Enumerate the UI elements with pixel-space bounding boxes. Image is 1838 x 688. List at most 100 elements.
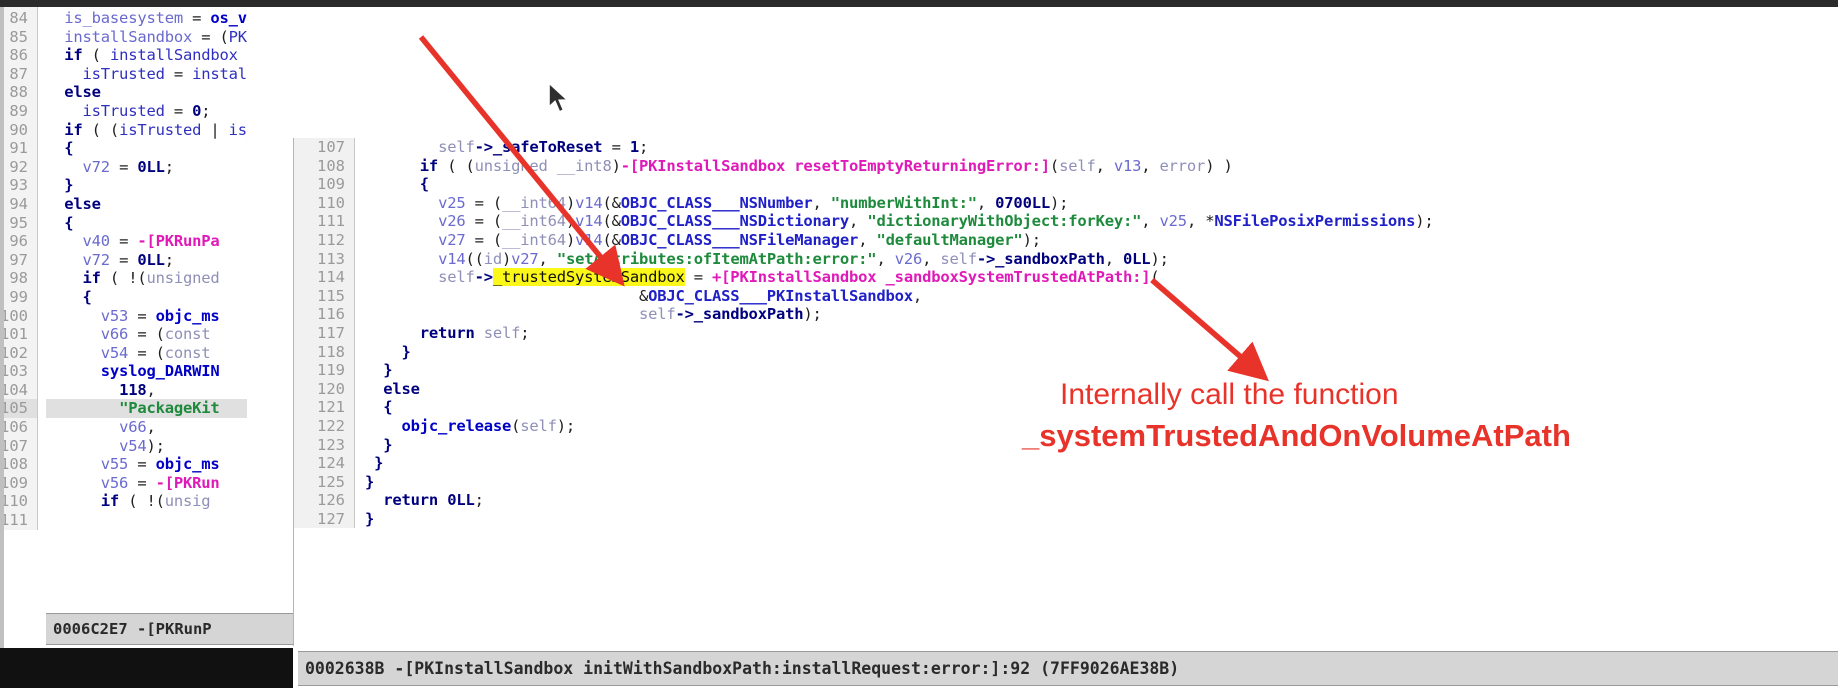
code-line[interactable]: syslog_DARWIN — [46, 362, 247, 381]
code-line[interactable]: if ( !(unsigned — [46, 269, 247, 288]
code-line[interactable]: { — [365, 175, 1434, 194]
code-line[interactable]: v54); — [46, 437, 247, 456]
line-number: 107 — [0, 436, 28, 455]
code-line[interactable]: is_basesystem = os_variant_is_basesystem… — [46, 9, 247, 28]
code-token: v14 — [575, 193, 603, 212]
code-token: ) — [611, 156, 621, 175]
line-number: 96 — [9, 232, 28, 251]
code-token: objc_ms — [155, 306, 220, 325]
line-number: 93 — [9, 176, 28, 195]
code-line[interactable]: v54 = (const — [46, 344, 247, 363]
code-line[interactable]: if ( (isTrusted | is_basesystem) == 1 ) — [46, 121, 247, 140]
code-token: v53 — [100, 306, 129, 325]
code-token: -[PKRun — [155, 473, 220, 492]
code-line[interactable]: v55 = objc_ms — [46, 455, 247, 474]
code-line[interactable]: { — [46, 288, 247, 307]
code-token: = ( — [465, 230, 503, 249]
code-token: = — [109, 250, 138, 269]
left-window-edge — [0, 7, 4, 648]
line-number: 112 — [317, 230, 345, 249]
code-line[interactable]: if ( installSandbox ) — [46, 46, 247, 65]
code-line[interactable]: v72 = 0LL; — [46, 251, 247, 270]
code-line[interactable]: v40 = -[PKRunPa — [46, 232, 247, 251]
code-token: __int64 — [502, 230, 566, 249]
code-line[interactable]: v53 = objc_ms — [46, 307, 247, 326]
code-line[interactable]: v72 = 0LL; — [46, 158, 247, 177]
code-token: NSFilePosixPermissions — [1214, 212, 1416, 231]
code-token: (& — [602, 193, 621, 212]
code-line[interactable]: self->_safeToReset = 1; — [365, 138, 1434, 157]
code-token: v72 — [82, 250, 111, 269]
code-line[interactable]: return 0LL; — [365, 491, 1434, 510]
line-number: 89 — [9, 101, 28, 120]
code-token: is_basesystem — [228, 120, 247, 139]
code-token: if — [82, 269, 101, 288]
code-token: ( ( — [438, 156, 475, 175]
code-line[interactable]: { — [46, 214, 247, 233]
code-line[interactable]: &OBJC_CLASS___PKInstallSandbox, — [365, 287, 1434, 306]
line-number: 105 — [0, 399, 37, 419]
code-line[interactable]: } — [365, 510, 1434, 529]
code-token: } — [365, 454, 384, 473]
code-line[interactable]: isTrusted = 0; — [46, 102, 247, 121]
code-line[interactable]: installSandbox = (PKInstallSandbox *)-[P… — [46, 28, 247, 47]
code-line[interactable]: else — [46, 83, 247, 102]
code-line[interactable]: "PackageKit — [46, 399, 247, 419]
code-line[interactable]: } — [365, 343, 1434, 362]
code-token: { — [46, 139, 74, 158]
code-line[interactable]: } — [365, 473, 1434, 492]
code-token: , — [912, 286, 923, 305]
line-number: 102 — [0, 343, 28, 362]
code-line[interactable]: v25 = (__int64)v14(&OBJC_CLASS___NSNumbe… — [365, 194, 1434, 213]
code-line[interactable] — [46, 511, 247, 530]
code-line[interactable]: } — [46, 176, 247, 195]
code-line[interactable]: return self; — [365, 324, 1434, 343]
code-line[interactable]: v14((id)v27, "setAttributes:ofItemAtPath… — [365, 250, 1434, 269]
window-title-strip — [0, 0, 1838, 7]
right-line-number-gutter: 107 108 109 110 111 112 113 114 115 116 117 118 119 1… — [294, 138, 355, 529]
code-line[interactable]: } — [365, 454, 1434, 473]
line-number: 121 — [317, 398, 345, 417]
code-line[interactable]: v26 = (__int64)v14(&OBJC_CLASS___NSDicti… — [365, 212, 1434, 231]
code-token: +[PKInstallSandbox _sandboxSystemTrusted… — [712, 268, 1151, 287]
code-token: ); — [1022, 230, 1041, 249]
code-line[interactable]: self->_trustedSystemSandbox = +[PKInstal… — [365, 268, 1434, 287]
code-token: ; — [520, 323, 530, 342]
code-line[interactable]: v66 = (const — [46, 325, 247, 344]
code-line[interactable]: v66, — [46, 418, 247, 437]
line-number: 108 — [317, 156, 345, 175]
code-line[interactable]: v56 = -[PKRun — [46, 474, 247, 493]
left-code-area[interactable]: is_basesystem = os_variant_is_basesystem… — [38, 7, 247, 530]
code-line[interactable]: self->_sandboxPath); — [365, 305, 1434, 324]
line-number: 123 — [317, 435, 345, 454]
code-line[interactable]: else — [46, 195, 247, 214]
code-token: (& — [602, 212, 621, 231]
left-pseudocode-window[interactable]: 84 85 86 87 88 89 90 91 92 93 94 95 96 97 98 99 100 101 10… — [0, 7, 247, 612]
code-token: installSandbox — [109, 46, 238, 65]
line-number: 111 — [317, 212, 345, 231]
code-token: if — [100, 492, 120, 511]
code-line[interactable]: } — [365, 361, 1434, 380]
code-line[interactable]: isTrusted = installSandbox->_trustedSyst… — [46, 65, 247, 84]
code-line[interactable]: 118, — [46, 381, 247, 400]
code-line[interactable]: if ( !(unsig — [46, 492, 247, 511]
line-number: 124 — [317, 454, 345, 473]
code-line[interactable]: if ( (unsigned __int8)-[PKInstallSandbox… — [365, 157, 1434, 176]
code-line[interactable]: v27 = (__int64)v14(&OBJC_CLASS___NSFileM… — [365, 231, 1434, 250]
code-token: self — [438, 138, 475, 156]
right-status-bar: 0002638B -[PKInstallSandbox initWithSand… — [298, 651, 1838, 686]
right-code-area[interactable]: self->_safeToReset = 1; if ( (unsigned _… — [355, 138, 1434, 528]
code-token: syslog_DARWIN — [100, 362, 220, 381]
code-line[interactable]: { — [46, 139, 247, 158]
code-token: = ( — [192, 27, 229, 46]
code-token: , — [1104, 249, 1124, 268]
